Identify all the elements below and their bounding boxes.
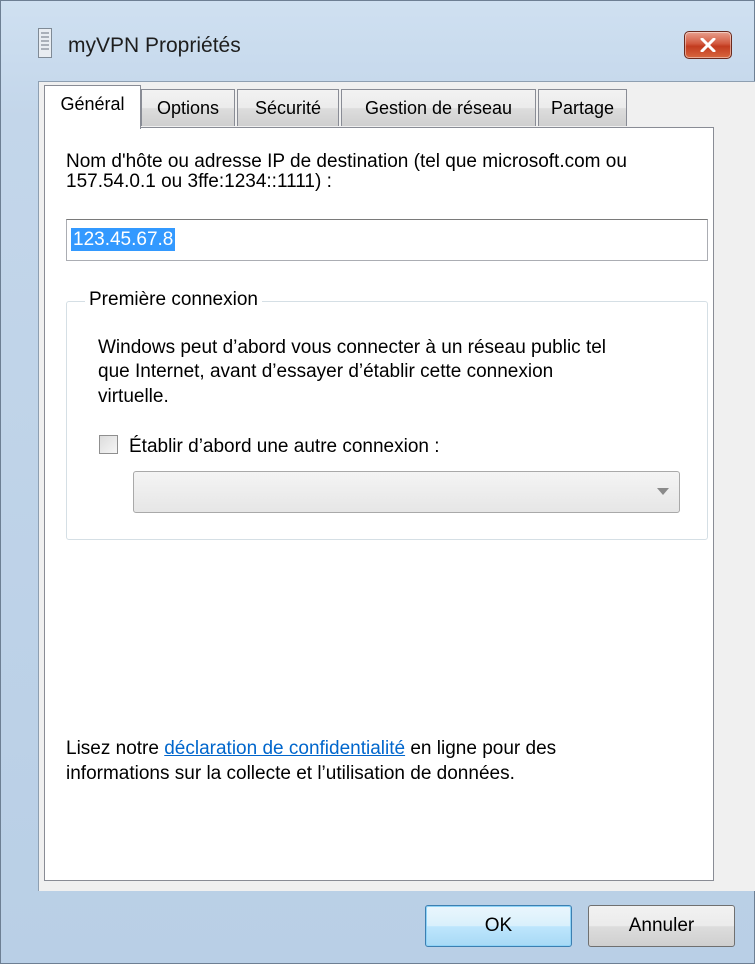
tab-general[interactable]: Général <box>44 85 141 129</box>
tab-options[interactable]: Options <box>141 89 235 126</box>
tab-sharing[interactable]: Partage <box>538 89 627 126</box>
tab-security[interactable]: Sécurité <box>237 89 339 126</box>
tab-label: Sécurité <box>254 98 322 118</box>
tab-networking[interactable]: Gestion de réseau <box>341 89 536 126</box>
close-icon <box>700 38 716 52</box>
dial-first-checkbox[interactable] <box>99 435 118 454</box>
destination-host-input[interactable]: 123.45.67.8 <box>66 219 708 261</box>
group-text-line3: virtuelle. <box>98 386 169 407</box>
destination-label-line1: Nom d'hôte ou adresse IP de destination … <box>66 151 627 172</box>
privacy-text-line2: informations sur la collecte et l’utilis… <box>66 763 515 784</box>
dial-first-label[interactable]: Établir d’abord une autre connexion : <box>129 436 440 457</box>
tab-label: Gestion de réseau <box>364 98 513 118</box>
privacy-suffix: en ligne pour des <box>405 738 557 759</box>
group-text-line1: Windows peut d’abord vous connecter à un… <box>98 337 607 358</box>
chevron-down-icon <box>657 488 669 495</box>
first-connection-title: Première connexion <box>85 288 262 312</box>
privacy-text-line1: Lisez notre déclaration de confidentiali… <box>66 738 556 759</box>
dial-first-connection-dropdown[interactable] <box>133 471 680 513</box>
cancel-button[interactable]: Annuler <box>588 905 735 947</box>
privacy-statement-link[interactable]: déclaration de confidentialité <box>164 738 405 759</box>
tab-label: Général <box>60 94 125 114</box>
window-title: myVPN Propriétés <box>68 34 241 57</box>
privacy-prefix: Lisez notre <box>66 738 165 759</box>
tab-label: Partage <box>550 98 615 118</box>
group-text-line2: que Internet, avant d’essayer d’établir … <box>98 361 554 382</box>
document-icon <box>38 28 52 58</box>
title-bar[interactable]: myVPN Propriétés <box>1 1 754 81</box>
close-button[interactable] <box>684 31 732 59</box>
ok-button[interactable]: OK <box>425 905 572 947</box>
destination-label-line2: 157.54.0.1 ou 3ffe:1234::1111) : <box>66 171 332 192</box>
tab-label: Options <box>156 98 220 118</box>
destination-host-value: 123.45.67.8 <box>71 228 176 251</box>
properties-window: myVPN Propriétés Général Options Sécurit… <box>0 0 755 964</box>
